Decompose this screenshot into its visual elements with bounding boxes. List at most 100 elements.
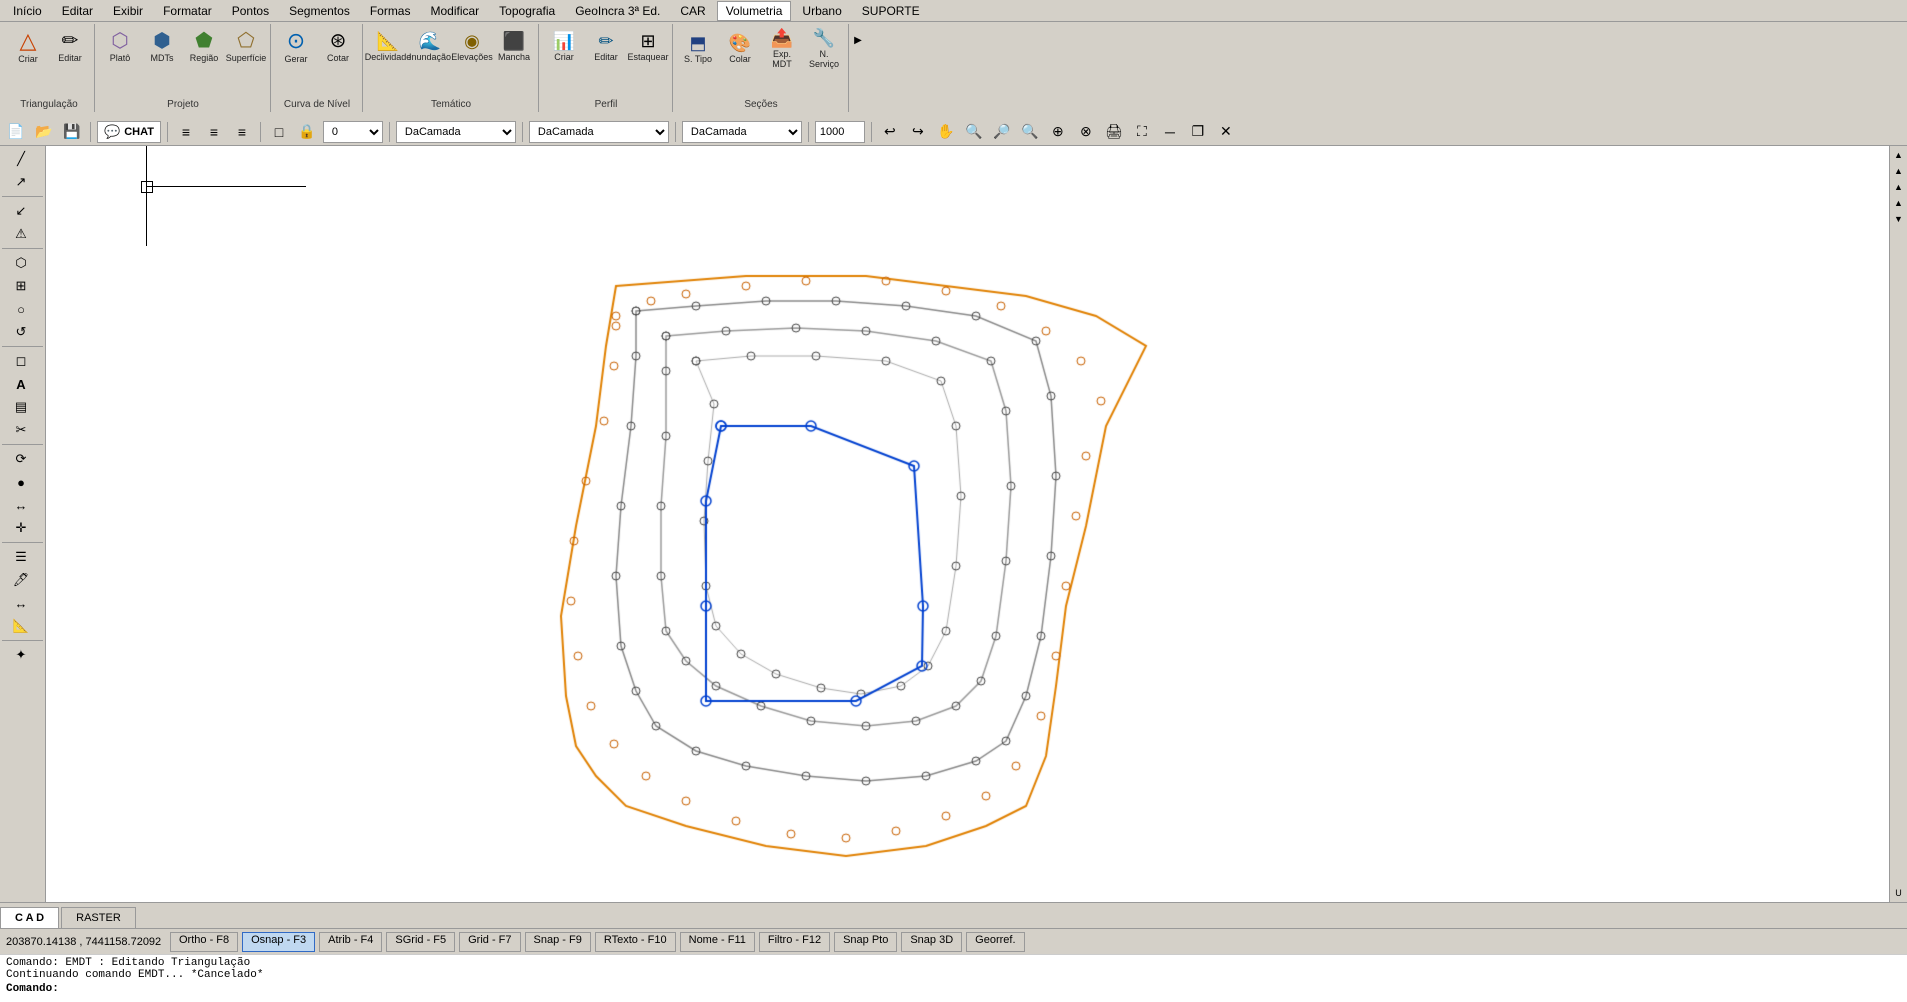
- btn-undo-view[interactable]: ↩: [878, 121, 902, 143]
- btn-exp-mdt[interactable]: 📤 Exp. MDT: [762, 26, 802, 72]
- btn-zoom-dynamic[interactable]: ⊗: [1074, 121, 1098, 143]
- btn-zoom-extents[interactable]: 🔍: [962, 121, 986, 143]
- tool-polygon[interactable]: ⬡: [2, 252, 40, 274]
- menu-modificar[interactable]: Modificar: [421, 1, 488, 21]
- btn-editar-perfil[interactable]: ✏ Editar: [586, 26, 626, 68]
- btn-snap-square[interactable]: □: [267, 121, 291, 143]
- btn-close-window[interactable]: ✕: [1214, 121, 1238, 143]
- rp-btn-u[interactable]: U: [1892, 886, 1906, 900]
- btn-redo-view[interactable]: ↪: [906, 121, 930, 143]
- tool-circle[interactable]: ○: [2, 298, 40, 320]
- status-ortho[interactable]: Ortho - F8: [170, 932, 238, 952]
- btn-gerar[interactable]: ⊙ Gerar: [276, 26, 316, 68]
- tab-raster[interactable]: RASTER: [61, 907, 136, 928]
- tool-snap[interactable]: ↙: [2, 200, 40, 222]
- rp-btn-3[interactable]: ▲: [1892, 180, 1906, 194]
- status-snap3d[interactable]: Snap 3D: [901, 932, 962, 952]
- btn-zoom-window[interactable]: ⊕: [1046, 121, 1070, 143]
- menu-pontos[interactable]: Pontos: [223, 1, 278, 21]
- tool-crosshair[interactable]: ✛: [2, 517, 40, 539]
- tool-text[interactable]: A: [2, 373, 40, 395]
- status-osnap[interactable]: Osnap - F3: [242, 932, 315, 952]
- menu-urbano[interactable]: Urbano: [793, 1, 850, 21]
- menu-volumetria[interactable]: Volumetria: [717, 1, 792, 21]
- btn-stipo[interactable]: ⬒ S. Tipo: [678, 26, 718, 72]
- tool-grid[interactable]: ⊞: [2, 275, 40, 297]
- scale-input[interactable]: [815, 121, 865, 143]
- btn-restore[interactable]: ❐: [1186, 121, 1210, 143]
- color-select[interactable]: DaCamada: [396, 121, 516, 143]
- menu-car[interactable]: CAR: [671, 1, 714, 21]
- btn-more-tools[interactable]: ▶: [850, 28, 866, 52]
- tool-warning[interactable]: ⚠: [2, 223, 40, 245]
- chat-button[interactable]: 💬 CHAT: [97, 121, 161, 143]
- tool-star[interactable]: ✦: [2, 644, 40, 666]
- btn-layer-stack2[interactable]: ≡: [202, 121, 226, 143]
- tab-cad[interactable]: C A D: [0, 907, 59, 928]
- btn-editar-triangulacao[interactable]: ✏ Editar: [50, 26, 90, 68]
- btn-plato[interactable]: ⬡ Platô: [100, 26, 140, 68]
- btn-print[interactable]: 🖨: [1102, 121, 1126, 143]
- btn-lock[interactable]: 🔒: [295, 121, 319, 143]
- menu-formatar[interactable]: Formatar: [154, 1, 221, 21]
- command-input[interactable]: [63, 983, 463, 995]
- canvas-area[interactable]: [46, 146, 1889, 902]
- btn-mdts[interactable]: ⬢ MDTs: [142, 26, 182, 68]
- btn-new[interactable]: 📄: [4, 121, 28, 143]
- btn-elevacoes[interactable]: ◉ Elevações: [452, 26, 492, 68]
- btn-pan[interactable]: ✋: [934, 121, 958, 143]
- tool-scissors[interactable]: ✂: [2, 419, 40, 441]
- status-snap[interactable]: Snap - F9: [525, 932, 591, 952]
- btn-open[interactable]: 📂: [32, 121, 56, 143]
- status-grid[interactable]: Grid - F7: [459, 932, 520, 952]
- menu-editar[interactable]: Editar: [53, 1, 102, 21]
- tool-hatch[interactable]: ▤: [2, 396, 40, 418]
- btn-zoom-out[interactable]: 🔍: [1018, 121, 1042, 143]
- btn-criar-triangulacao[interactable]: △ Criar: [8, 26, 48, 68]
- menu-suporte[interactable]: SUPORTE: [853, 1, 929, 21]
- linetype-select[interactable]: DaCamada: [529, 121, 669, 143]
- tool-rectangle[interactable]: ◻: [2, 350, 40, 372]
- tool-refresh[interactable]: ⟳: [2, 448, 40, 470]
- lineweight-select[interactable]: DaCamada: [682, 121, 802, 143]
- btn-criar-perfil[interactable]: 📊 Criar: [544, 26, 584, 68]
- tool-lines[interactable]: ☰: [2, 546, 40, 568]
- menu-geoincra[interactable]: GeoIncra 3ª Ed.: [566, 1, 669, 21]
- tool-point[interactable]: ●: [2, 471, 40, 493]
- tool-rotate[interactable]: ↺: [2, 321, 40, 343]
- btn-n-servico[interactable]: 🔧 N. Serviço: [804, 26, 844, 72]
- btn-superficie[interactable]: ⬠ Superfície: [226, 26, 266, 68]
- btn-fullscreen[interactable]: ⛶: [1130, 121, 1154, 143]
- tool-offset[interactable]: ↗: [2, 171, 40, 193]
- tool-move[interactable]: ↔: [2, 494, 40, 516]
- status-atrib[interactable]: Atrib - F4: [319, 932, 382, 952]
- rp-btn-4[interactable]: ▲: [1892, 196, 1906, 210]
- menu-exibir[interactable]: Exibir: [104, 1, 152, 21]
- btn-save[interactable]: 💾: [60, 121, 84, 143]
- status-georref[interactable]: Georref.: [966, 932, 1024, 952]
- btn-inundacao[interactable]: 🌊 Inundação: [410, 26, 450, 68]
- btn-colar[interactable]: 🎨 Colar: [720, 26, 760, 72]
- rp-btn-2[interactable]: ▲: [1892, 164, 1906, 178]
- status-filtro[interactable]: Filtro - F12: [759, 932, 830, 952]
- menu-inicio[interactable]: Início: [4, 1, 51, 21]
- status-snappto[interactable]: Snap Pto: [834, 932, 897, 952]
- tool-dimension[interactable]: ↔: [2, 592, 40, 614]
- tool-measure[interactable]: 📐: [2, 615, 40, 637]
- status-rtexto[interactable]: RTexto - F10: [595, 932, 676, 952]
- layer-select[interactable]: 0: [323, 121, 383, 143]
- btn-minimize[interactable]: ─: [1158, 121, 1182, 143]
- menu-topografia[interactable]: Topografia: [490, 1, 564, 21]
- btn-declividade[interactable]: 📐 Declividade: [368, 26, 408, 68]
- rp-btn-5[interactable]: ▼: [1892, 212, 1906, 226]
- tool-pencil[interactable]: 🖊: [2, 569, 40, 591]
- rp-btn-1[interactable]: ▲: [1892, 148, 1906, 162]
- btn-zoom-in[interactable]: 🔎: [990, 121, 1014, 143]
- btn-mancha[interactable]: ⬛ Mancha: [494, 26, 534, 68]
- menu-formas[interactable]: Formas: [361, 1, 420, 21]
- btn-layer-stack1[interactable]: ≡: [174, 121, 198, 143]
- status-sgrid[interactable]: SGrid - F5: [386, 932, 455, 952]
- btn-layer-stack3[interactable]: ≡: [230, 121, 254, 143]
- menu-segmentos[interactable]: Segmentos: [280, 1, 359, 21]
- btn-estaquear[interactable]: ⊞ Estaquear: [628, 26, 668, 68]
